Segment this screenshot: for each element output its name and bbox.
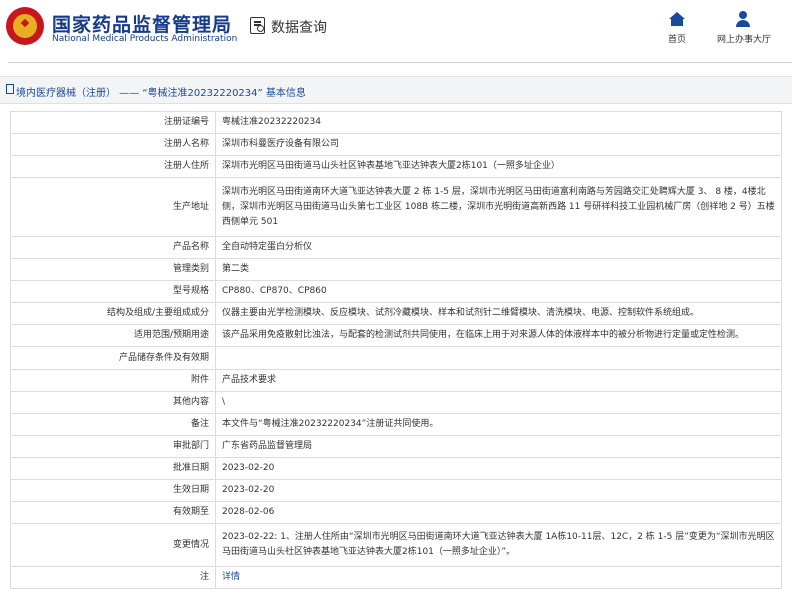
nav-home-label: 首页	[667, 35, 686, 45]
row-key: 注册证编号	[10, 111, 216, 134]
row-key: 备注	[10, 413, 216, 436]
row-key: 审批部门	[10, 435, 216, 458]
row-value: 第二类	[215, 258, 782, 281]
table-row: 批准日期 2023-02-20	[10, 457, 782, 480]
row-key: 注	[10, 566, 216, 589]
row-value: 2023-02-22: 1、注册人住所由“深圳市光明区马田街道南环大道飞亚达钟表…	[215, 523, 782, 567]
table-row: 有效期至 2028-02-06	[10, 501, 782, 524]
table-row: 附件 产品技术要求	[10, 369, 782, 392]
row-value: 深圳市光明区马田街道马山头社区钟表基地飞亚达钟表大厦2栋101（一照多址企业）	[215, 155, 782, 178]
row-value: CP880、CP870、CP860	[215, 280, 782, 303]
row-value: 深圳市科曼医疗设备有限公司	[215, 133, 782, 156]
site-title: 国家药品监督管理局	[52, 14, 233, 36]
table-row: 适用范围/预期用途 该产品采用免疫散射比浊法，与配套的检测试剂共同使用，在临床上用…	[10, 324, 782, 347]
row-key: 有效期至	[10, 501, 216, 524]
row-key: 产品名称	[10, 236, 216, 259]
table-row: 型号规格 CP880、CP870、CP860	[10, 280, 782, 303]
row-value: 广东省药品监督管理局	[215, 435, 782, 458]
row-key: 产品储存条件及有效期	[10, 346, 216, 370]
table-row: 其他内容 \	[10, 391, 782, 414]
table-row: 注册证编号 粤械注准20232220234	[10, 111, 782, 134]
site-header: 国家药品监督管理局 National Medical Products Admi…	[0, 0, 792, 58]
table-row: 生效日期 2023-02-20	[10, 479, 782, 502]
row-key: 生产地址	[10, 177, 216, 237]
row-value: 仪器主要由光学检测模块、反应模块、试剂冷藏模块、样本和试剂针二维臂模块、清洗模块…	[215, 302, 782, 325]
home-icon	[662, 10, 692, 28]
row-value: 本文件与“粤械注准20232220234”注册证共同使用。	[215, 413, 782, 436]
table-row: 产品名称 全自动特定蛋白分析仪	[10, 236, 782, 259]
breadcrumb-bar: 境内医疗器械（注册） —— “粤械注准20232220234” 基本信息	[0, 76, 792, 104]
row-value: 2028-02-06	[215, 501, 782, 524]
document-icon	[6, 84, 14, 94]
table-row: 管理类别 第二类	[10, 258, 782, 281]
row-key: 变更情况	[10, 523, 216, 567]
site-title-en: National Medical Products Administration	[52, 34, 238, 44]
row-value: 产品技术要求	[215, 369, 782, 392]
user-icon	[706, 10, 782, 28]
row-key: 附件	[10, 369, 216, 392]
details-link[interactable]: 详情	[222, 572, 240, 582]
table-row: 注册人住所 深圳市光明区马田街道马山头社区钟表基地飞亚达钟表大厦2栋101（一照多…	[10, 155, 782, 178]
row-key: 其他内容	[10, 391, 216, 414]
row-value	[215, 346, 782, 370]
row-key: 批准日期	[10, 457, 216, 480]
table-row: 注详情	[10, 566, 782, 589]
row-key: 注册人住所	[10, 155, 216, 178]
row-key: 结构及组成/主要组成成分	[10, 302, 216, 325]
row-value: \	[215, 391, 782, 414]
row-value: 2023-02-20	[215, 479, 782, 502]
query-title: 数据查询	[271, 20, 327, 36]
row-key: 管理类别	[10, 258, 216, 281]
table-row: 注册人名称 深圳市科曼医疗设备有限公司	[10, 133, 782, 156]
row-value: 全自动特定蛋白分析仪	[215, 236, 782, 259]
row-key: 型号规格	[10, 280, 216, 303]
row-key: 适用范围/预期用途	[10, 324, 216, 347]
nav-online-hall[interactable]: 网上办事大厅	[706, 10, 782, 45]
header-divider	[8, 62, 792, 63]
row-key: 生效日期	[10, 479, 216, 502]
data-query-icon	[250, 17, 265, 34]
row-value: 粤械注准20232220234	[215, 111, 782, 134]
table-row: 产品储存条件及有效期	[10, 346, 782, 370]
table-row: 备注 本文件与“粤械注准20232220234”注册证共同使用。	[10, 413, 782, 436]
row-value: 该产品采用免疫散射比浊法，与配套的检测试剂共同使用，在临床上用于对来源人体的体液…	[215, 324, 782, 347]
row-value: 深圳市光明区马田街道南环大道飞亚达钟表大厦 2 栋 1-5 层，深圳市光明区马田…	[215, 177, 782, 237]
table-row: 生产地址 深圳市光明区马田街道南环大道飞亚达钟表大厦 2 栋 1-5 层，深圳市光…	[10, 177, 782, 237]
breadcrumb: 境内医疗器械（注册） —— “粤械注准20232220234” 基本信息	[16, 88, 306, 99]
row-key: 注册人名称	[10, 133, 216, 156]
table-row: 结构及组成/主要组成成分 仪器主要由光学检测模块、反应模块、试剂冷藏模块、样本和试…	[10, 302, 782, 325]
table-row: 审批部门 广东省药品监督管理局	[10, 435, 782, 458]
emblem-logo	[6, 7, 44, 45]
nav-online-hall-label: 网上办事大厅	[716, 35, 771, 45]
detail-table: 注册证编号 粤械注准20232220234 注册人名称 深圳市科曼医疗设备有限公司 …	[10, 111, 782, 589]
nav-home[interactable]: 首页	[662, 10, 692, 45]
table-row: 变更情况 2023-02-22: 1、注册人住所由“深圳市光明区马田街道南环大道飞…	[10, 523, 782, 567]
row-value: 2023-02-20	[215, 457, 782, 480]
